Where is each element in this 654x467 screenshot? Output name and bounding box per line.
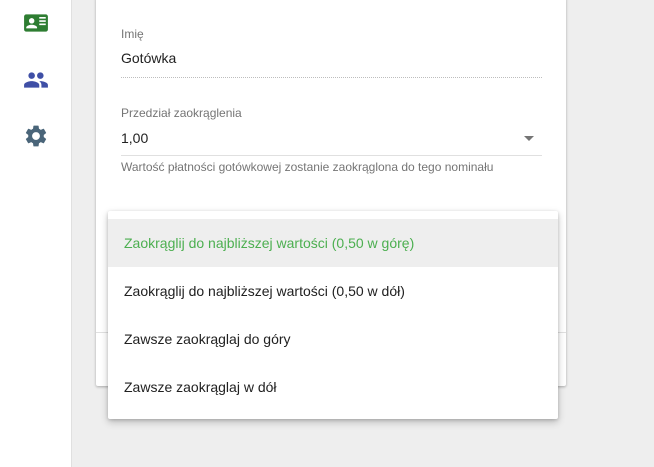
menu-option-always-round-up[interactable]: Zawsze zaokrąglaj do góry xyxy=(108,315,558,363)
name-field[interactable]: Imię Gotówka xyxy=(121,27,542,78)
rounding-interval-value[interactable]: 1,00 xyxy=(121,129,542,147)
rounding-interval-label: Przedział zaokrąglenia xyxy=(121,106,242,120)
name-field-label: Imię xyxy=(121,27,144,41)
menu-option-round-nearest-down[interactable]: Zaokrąglij do najbliższej wartości (0,50… xyxy=(108,267,558,315)
rounding-interval-helper: Wartość płatności gotówkowej zostanie za… xyxy=(121,160,494,174)
menu-option-always-round-down[interactable]: Zawsze zaokrąglaj w dół xyxy=(108,363,558,411)
menu-option-round-nearest-up[interactable]: Zaokrąglij do najbliższej wartości (0,50… xyxy=(108,219,558,267)
settings-gear-icon[interactable] xyxy=(23,123,49,149)
name-field-underline xyxy=(121,77,542,78)
contact-card-icon[interactable] xyxy=(23,10,49,36)
sidebar xyxy=(0,0,72,467)
dropdown-arrow-icon[interactable] xyxy=(524,136,534,141)
rounding-interval-underline xyxy=(121,155,542,156)
rounding-method-menu: Zaokrąglij do najbliższej wartości (0,50… xyxy=(108,211,558,419)
rounding-interval-select[interactable]: Przedział zaokrąglenia 1,00 xyxy=(121,106,542,156)
people-icon[interactable] xyxy=(23,67,49,93)
name-field-value[interactable]: Gotówka xyxy=(121,49,542,67)
